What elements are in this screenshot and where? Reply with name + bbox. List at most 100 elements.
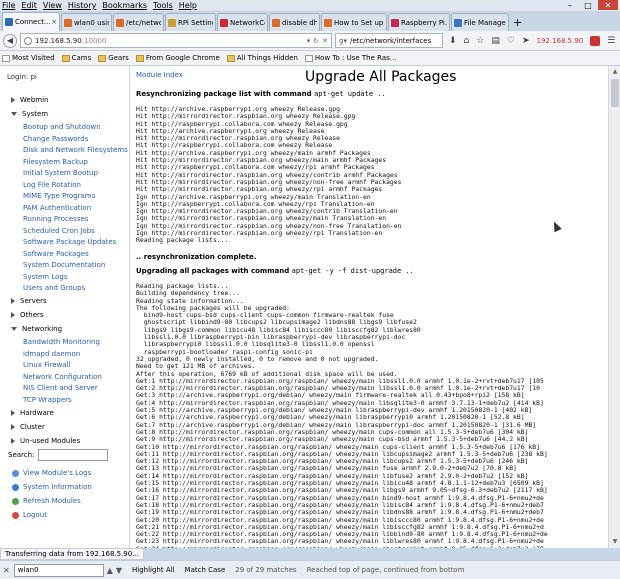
sidebar-item-scheduled-cron-jobs[interactable]: Scheduled Cron Jobs <box>23 227 95 235</box>
bookmark-most-visited[interactable]: Most Visited <box>2 54 55 62</box>
stop-icon[interactable]: ✕ <box>322 37 328 45</box>
refresh-icon <box>12 497 19 505</box>
tab-raspberry-pi[interactable]: Raspberry Pi... <box>388 13 450 31</box>
upgrade-heading: Upgrading all packages with command apt-… <box>136 267 414 275</box>
maximize-button[interactable]: □ <box>580 0 596 10</box>
menu-edit[interactable]: Edit <box>21 1 37 10</box>
category-networking[interactable]: Networking <box>11 325 62 333</box>
category-system[interactable]: System <box>11 110 48 118</box>
sidebar-item-software-packages[interactable]: Software Packages <box>23 250 89 258</box>
reload-icon[interactable]: ↻ <box>313 37 319 45</box>
category-unused-modules[interactable]: Un-used Modules <box>11 437 80 445</box>
new-tab-button[interactable]: + <box>513 16 522 29</box>
find-previous-icon[interactable]: ▲ <box>107 566 113 575</box>
menu-bookmarks[interactable]: Bookmarks <box>102 1 147 10</box>
favicon-icon <box>168 18 176 27</box>
category-hardware[interactable]: Hardware <box>11 409 54 417</box>
sidebar-item-filesystem-backup[interactable]: Filesystem Backup <box>23 158 88 166</box>
sidebar-search: Search: <box>8 449 109 461</box>
category-servers[interactable]: Servers <box>11 297 47 305</box>
download-icon[interactable]: ⬇ <box>449 36 457 46</box>
back-button[interactable]: ◀ <box>3 33 17 48</box>
bookmark-star-icon[interactable]: ☆ <box>476 36 484 46</box>
sidebar-item-initial-system-bootup[interactable]: Initial System Bootup <box>23 169 98 177</box>
expand-arrow-icon <box>11 298 15 304</box>
sidebar-item-linux-firewall[interactable]: Linux Firewall <box>23 361 70 369</box>
ip-address-display[interactable]: 192.168.5.90 <box>536 37 583 45</box>
vertical-scrollbar[interactable]: ▲ ▼ <box>608 66 620 548</box>
match-count: 29 of 29 matches <box>235 566 297 574</box>
scroll-down-icon[interactable]: ▼ <box>611 538 619 546</box>
status-bar: Transferring data from 192.168.5.90... <box>0 548 144 560</box>
menu-tools[interactable]: Tools <box>153 1 173 10</box>
heading-command: apt-get update .. <box>314 90 386 98</box>
tab-networkco[interactable]: NetworkCo... <box>217 13 268 31</box>
tab-close-icon[interactable]: × <box>51 18 57 26</box>
link-label: System Information <box>23 483 92 491</box>
sidebar-item-running-processes[interactable]: Running Processes <box>23 215 88 223</box>
pocket-icon[interactable]: ♡ <box>507 36 515 46</box>
logout-link[interactable]: Logout <box>12 511 47 519</box>
bookmark-from-google-chrome[interactable]: From Google Chrome <box>135 54 220 62</box>
refresh-modules-link[interactable]: Refresh Modules <box>12 497 81 505</box>
tab-connect[interactable]: Connect... × <box>2 12 60 31</box>
main-panel: Module Index Upgrade All Packages Resync… <box>130 66 608 548</box>
category-webmin[interactable]: Webmin <box>11 96 48 104</box>
sidebar-item-disk-network-fs[interactable]: Disk and Network Filesystems <box>23 146 128 154</box>
close-find-bar-button[interactable]: ✕ <box>3 566 10 575</box>
module-index-link[interactable]: Module Index <box>136 71 183 79</box>
sidebar-item-system-documentation[interactable]: System Documentation <box>23 261 105 269</box>
sidebar-item-bandwidth-monitoring[interactable]: Bandwidth Monitoring <box>23 338 100 346</box>
sidebar-item-network-configuration[interactable]: Network Configuration <box>23 373 102 381</box>
sidebar-item-idmapd-daemon[interactable]: idmapd daemon <box>23 350 80 358</box>
sidebar-item-pam-authentication[interactable]: PAM Authentication <box>23 204 91 212</box>
send-icon[interactable]: ➤ <box>522 36 530 46</box>
view-module-logs-link[interactable]: View Module's Logs <box>12 469 91 477</box>
category-cluster[interactable]: Cluster <box>11 423 45 431</box>
find-input[interactable]: wlan0 <box>13 563 104 577</box>
bookmark-cams[interactable]: Cams <box>61 54 91 62</box>
bookmarks-list-icon[interactable]: ▤ <box>491 36 500 46</box>
adblock-icon[interactable] <box>590 35 601 46</box>
menu-view[interactable]: View <box>43 1 62 10</box>
bookmark-how-to-use[interactable]: How To : Use The Ras... <box>304 54 396 62</box>
sidebar-item-software-package-updates[interactable]: Software Package Updates <box>23 238 116 246</box>
url-bar[interactable]: 192.168.5.90:10000 ▾ ↻ ✕ <box>20 33 332 48</box>
search-box[interactable]: g▾ /etc/network/interfaces <box>335 33 443 48</box>
scroll-up-icon[interactable]: ▲ <box>611 68 619 76</box>
tab-file-manager[interactable]: File Manager <box>451 13 509 31</box>
bookmark-gears[interactable]: Gears <box>98 54 129 62</box>
tab-etc-network[interactable]: /etc/networ... <box>113 13 164 31</box>
find-next-icon[interactable]: ▼ <box>116 566 122 575</box>
sidebar-item-tcp-wrappers[interactable]: TCP Wrappers <box>23 396 72 404</box>
system-information-link[interactable]: System Information <box>12 483 92 491</box>
scroll-thumb[interactable] <box>611 79 619 107</box>
tab-how-to-set-up[interactable]: How to Set up a ... <box>321 13 387 31</box>
menu-hamburger-icon[interactable]: ☰ <box>607 36 615 46</box>
find-query: wlan0 <box>17 566 39 574</box>
sidebar-item-bootup-shutdown[interactable]: Bootup and Shutdown <box>23 123 101 131</box>
menu-help[interactable]: Help <box>179 1 197 10</box>
tab-rpi-setting[interactable]: RPi Setting ... <box>165 13 216 31</box>
tab-wlan0[interactable]: wlan0 usin... <box>61 13 112 31</box>
match-case-toggle[interactable]: Match Case <box>185 566 226 574</box>
tab-disable-dhc[interactable]: disable dhc... <box>269 13 320 31</box>
menu-file[interactable]: File <box>2 1 15 10</box>
dropdown-icon[interactable]: ▾ <box>307 37 311 45</box>
category-others[interactable]: Others <box>11 311 44 319</box>
highlight-all-toggle[interactable]: Highlight All <box>132 566 175 574</box>
minimize-button[interactable]: – <box>562 0 578 10</box>
close-window-button[interactable]: ✕ <box>598 0 618 10</box>
category-label: Others <box>20 311 44 319</box>
sidebar-item-change-passwords[interactable]: Change Passwords <box>23 135 88 143</box>
sidebar-item-system-logs[interactable]: System Logs <box>23 273 67 281</box>
sidebar-item-mime-type-programs[interactable]: MIME Type Programs <box>23 192 95 200</box>
sidebar-item-nis-client-server[interactable]: NIS Client and Server <box>23 384 98 392</box>
home-icon[interactable]: ⌂ <box>464 36 470 46</box>
sidebar-item-log-file-rotation[interactable]: Log File Rotation <box>23 181 81 189</box>
sidebar-item-users-groups[interactable]: Users and Groups <box>23 284 85 292</box>
bookmark-all-things-hidden[interactable]: All Things Hidden <box>226 54 298 62</box>
favicon-icon <box>454 18 462 27</box>
sidebar-search-input[interactable] <box>38 449 109 461</box>
menu-history[interactable]: History <box>68 1 96 10</box>
